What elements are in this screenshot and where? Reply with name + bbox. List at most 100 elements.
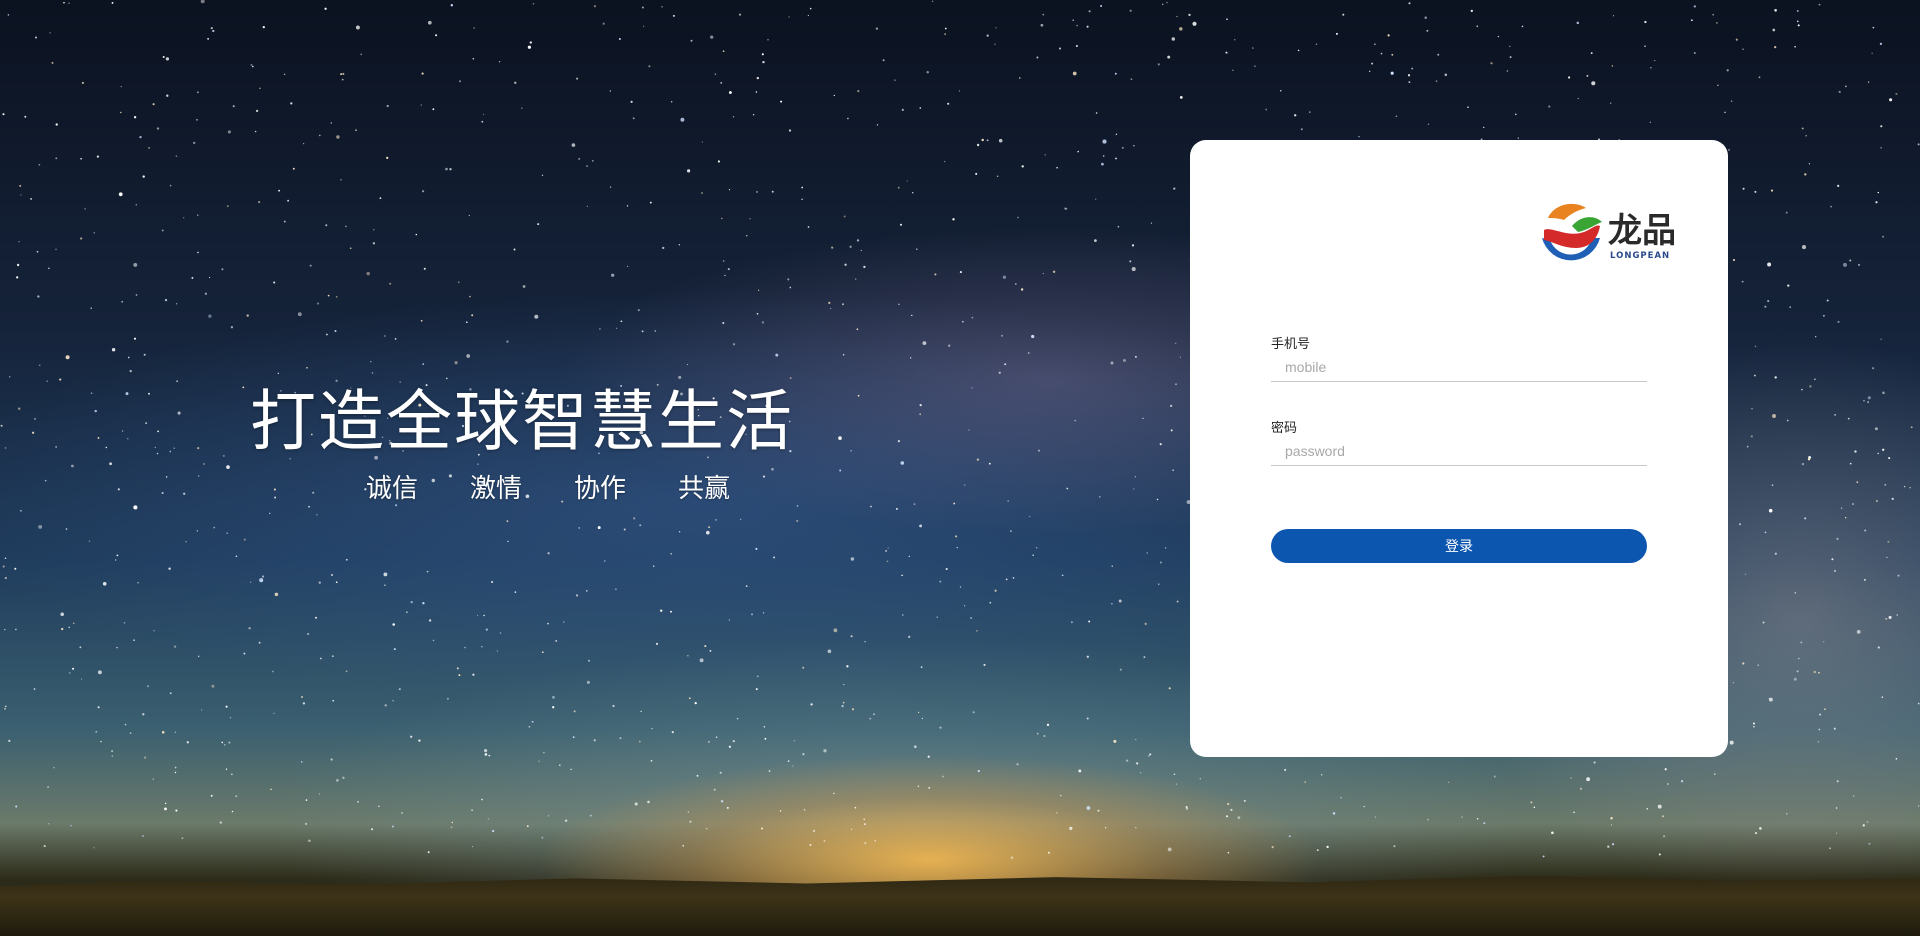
star: [1395, 115, 1398, 118]
star: [1910, 426, 1913, 429]
star: [213, 526, 216, 529]
star: [485, 628, 488, 631]
star: [1095, 198, 1097, 200]
star: [1663, 835, 1666, 838]
star: [1895, 758, 1898, 760]
star: [1086, 655, 1089, 658]
star: [971, 387, 973, 389]
star: [578, 527, 580, 529]
star: [141, 834, 145, 837]
star: [722, 321, 725, 325]
star: [801, 186, 804, 189]
star: [1086, 806, 1091, 810]
password-input[interactable]: [1271, 436, 1647, 466]
star: [709, 649, 712, 652]
star: [1110, 361, 1114, 365]
star: [1052, 270, 1056, 273]
star: [721, 217, 723, 220]
star: [1837, 184, 1840, 188]
star: [145, 422, 148, 425]
star: [809, 7, 812, 10]
star: [384, 584, 386, 586]
star: [649, 201, 652, 204]
star: [1010, 530, 1012, 532]
star: [963, 484, 966, 486]
star: [838, 436, 842, 440]
star: [169, 450, 172, 453]
star: [428, 619, 432, 622]
star: [248, 627, 251, 630]
star: [1764, 531, 1767, 534]
star: [1300, 128, 1303, 131]
star: [586, 165, 588, 167]
star: [1882, 391, 1885, 395]
star: [1712, 14, 1714, 16]
star: [1237, 816, 1241, 819]
star: [1742, 187, 1745, 190]
star: [672, 14, 675, 17]
star: [31, 431, 35, 434]
star: [1027, 352, 1030, 354]
star: [564, 819, 568, 822]
star: [705, 827, 708, 830]
star: [1061, 574, 1064, 577]
star: [1521, 25, 1524, 28]
star: [844, 263, 847, 266]
star: [1118, 599, 1122, 603]
star: [1102, 139, 1107, 144]
star: [842, 701, 845, 704]
star: [1880, 146, 1882, 149]
star: [1408, 81, 1411, 84]
star: [1774, 45, 1777, 49]
star: [71, 464, 74, 468]
star: [1070, 621, 1073, 624]
star: [538, 760, 540, 763]
star: [209, 276, 211, 279]
star: [788, 16, 790, 18]
star: [471, 314, 474, 317]
star: [686, 169, 691, 173]
star: [435, 34, 438, 37]
star: [273, 281, 276, 284]
star: [870, 505, 872, 508]
star: [701, 192, 703, 194]
star: [688, 697, 691, 700]
star: [1077, 150, 1079, 153]
star: [335, 581, 338, 584]
star: [1166, 1, 1168, 4]
star: [148, 146, 151, 149]
star: [334, 330, 337, 332]
star: [1390, 71, 1394, 75]
star: [587, 659, 591, 662]
star: [1130, 78, 1133, 81]
star: [863, 818, 866, 821]
star: [142, 713, 145, 716]
mobile-input[interactable]: [1271, 352, 1647, 382]
star: [1358, 135, 1360, 138]
star: [389, 282, 392, 285]
star: [1199, 778, 1201, 780]
star: [1767, 300, 1770, 303]
star: [913, 745, 917, 749]
star: [226, 465, 230, 469]
star: [1058, 47, 1062, 50]
star: [68, 2, 70, 4]
star: [1142, 417, 1144, 420]
star: [732, 116, 735, 118]
star: [1483, 126, 1485, 129]
star: [911, 314, 913, 317]
value-item: 协作: [574, 474, 627, 504]
star: [1427, 818, 1429, 821]
star: [1753, 374, 1756, 377]
star: [0, 424, 3, 427]
star: [345, 558, 348, 561]
star: [1818, 728, 1821, 731]
star: [972, 711, 975, 714]
star: [330, 758, 333, 761]
star: [1794, 592, 1796, 594]
star: [308, 839, 311, 843]
hero-slogan: 打造全球智慧生活: [250, 383, 794, 460]
login-button[interactable]: 登录: [1271, 529, 1647, 563]
star: [1175, 783, 1178, 785]
star: [529, 41, 532, 44]
